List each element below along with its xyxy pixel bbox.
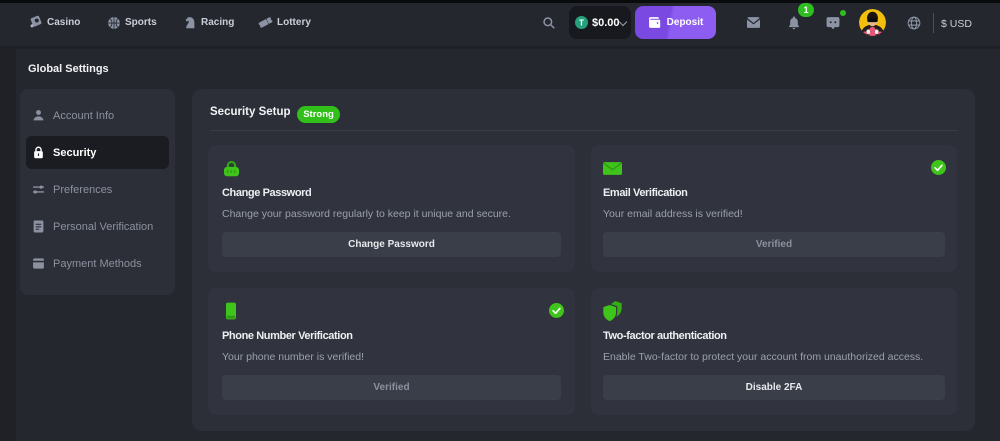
svg-text:T: T: [579, 18, 584, 27]
